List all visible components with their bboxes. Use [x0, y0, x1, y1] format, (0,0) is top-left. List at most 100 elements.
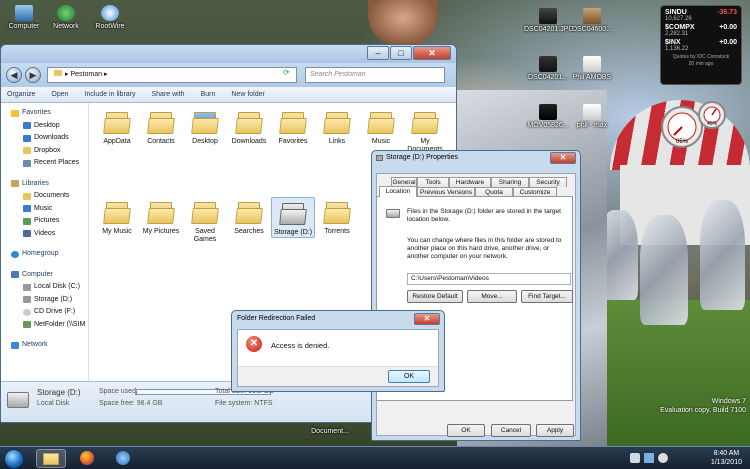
refresh-icon[interactable]: ⟳: [283, 68, 290, 77]
target-path-input[interactable]: C:\Users\Pestoman\Videos: [407, 273, 571, 285]
start-button[interactable]: [4, 449, 24, 469]
nav-item-documents[interactable]: Documents: [1, 190, 88, 203]
close-button[interactable]: ✕: [413, 46, 451, 60]
nav-computer[interactable]: Computer: [1, 269, 88, 282]
taskbar-explorer[interactable]: [36, 449, 66, 468]
folder-favorites[interactable]: Favorites: [271, 109, 315, 146]
folder-my-documents[interactable]: My Documents: [403, 109, 447, 154]
ram-percent: 45%: [707, 121, 718, 127]
back-button[interactable]: ◀: [6, 67, 22, 83]
foil-blanket-person: [640, 215, 688, 325]
folder-redirection-error-dialog[interactable]: Folder Redirection Failed ✕ ✕ Access is …: [231, 310, 445, 392]
desktop-icon-computer[interactable]: Computer: [0, 5, 48, 30]
maximize-button[interactable]: □: [390, 46, 412, 60]
find-target-button[interactable]: Find Target...: [521, 290, 573, 303]
nav-libraries[interactable]: Libraries: [1, 178, 88, 191]
folder-torrents[interactable]: Torrents: [315, 199, 359, 236]
clock[interactable]: 8:40 AM 1/13/2010: [711, 449, 742, 467]
desktop-icon-photo[interactable]: DSC04201...: [524, 56, 572, 81]
nav-favorites[interactable]: Favorites: [1, 107, 88, 120]
nav-network[interactable]: Network: [1, 339, 88, 352]
taskbar-firefox[interactable]: [72, 449, 102, 468]
nav-item-recent[interactable]: Recent Places: [1, 157, 88, 170]
folder-my-music[interactable]: My Music: [95, 199, 139, 236]
desktop-icon-photo[interactable]: DSC04600...: [568, 8, 616, 33]
cd-drive-icon: [23, 308, 31, 316]
desktop-icon-photo[interactable]: DSC04201.JPG: [524, 8, 574, 33]
desktop-icon-file[interactable]: Phil AMOBS: [568, 56, 616, 81]
image-file-icon: [539, 8, 557, 24]
nav-item-downloads[interactable]: Downloads: [1, 132, 88, 145]
search-input[interactable]: Search Pestoman: [305, 67, 445, 83]
move-button[interactable]: Move...: [467, 290, 517, 303]
drive-icon: [386, 209, 400, 218]
folder-contacts[interactable]: Contacts: [139, 109, 183, 146]
drive-icon: [23, 283, 31, 291]
open-button[interactable]: Open: [51, 91, 68, 98]
ok-button[interactable]: OK: [388, 370, 430, 383]
computer-icon: [11, 271, 19, 279]
include-in-library-menu[interactable]: Include in library: [85, 91, 136, 98]
folder-desktop[interactable]: Desktop: [183, 109, 227, 146]
forward-button[interactable]: ▶: [25, 67, 41, 83]
stocks-gadget[interactable]: SINDU 10,627.26 -36.73 $COMPX 2,282.31 +0.…: [660, 5, 742, 85]
tab-sharing[interactable]: Sharing: [491, 177, 529, 187]
details-name: Storage (D:): [37, 388, 81, 397]
folder-storage-d[interactable]: Storage (D:): [271, 197, 315, 238]
taskbar-app[interactable]: [108, 449, 138, 468]
nav-item-videos[interactable]: Videos: [1, 228, 88, 241]
nav-item-music[interactable]: Music: [1, 203, 88, 216]
desktop-icon: [23, 122, 31, 130]
desktop-icon-rootwire[interactable]: RootWire: [86, 5, 134, 30]
foil-blanket-person: [700, 200, 745, 310]
minimize-button[interactable]: –: [367, 46, 389, 60]
error-body: ✕ Access is denied. OK: [237, 329, 439, 387]
burn-button[interactable]: Burn: [201, 91, 216, 98]
nav-item-netfolder[interactable]: NetFolder (\\SIM: [1, 319, 88, 332]
desktop-icon-file[interactable]: phil - max: [568, 104, 616, 129]
nav-item-desktop[interactable]: Desktop: [1, 120, 88, 133]
folder-icon: [43, 453, 59, 465]
explorer-titlebar[interactable]: – □ ✕: [1, 45, 456, 63]
tab-security[interactable]: Security: [529, 177, 567, 187]
folder-searches[interactable]: Searches: [227, 199, 271, 236]
cpu-meter-gadget[interactable]: 05% 45%: [660, 95, 730, 153]
folder-downloads[interactable]: Downloads: [227, 109, 271, 146]
desktop-icon-network[interactable]: Network: [42, 5, 90, 30]
tab-hardware[interactable]: Hardware: [449, 177, 491, 187]
share-with-menu[interactable]: Share with: [152, 91, 185, 98]
folder-my-pictures[interactable]: My Pictures: [139, 199, 183, 236]
saved-games-folder-icon: [191, 199, 219, 225]
nav-item-cd-drive[interactable]: CD Drive (F:): [1, 306, 88, 319]
cancel-button[interactable]: Cancel: [491, 424, 531, 437]
folder-music[interactable]: Music: [359, 109, 403, 146]
file-system: File system: NTFS: [215, 400, 273, 407]
navigation-pane: Favorites Desktop Downloads Dropbox Rece…: [1, 103, 89, 381]
apply-button[interactable]: Apply: [536, 424, 574, 437]
drive-icon: [376, 155, 383, 161]
drive-icon: [23, 296, 31, 304]
tab-tools[interactable]: Tools: [417, 177, 449, 187]
new-folder-button[interactable]: New folder: [231, 91, 264, 98]
nav-homegroup[interactable]: Homegroup: [1, 248, 88, 261]
close-button[interactable]: ✕: [414, 313, 440, 325]
network-tray-icon[interactable]: [644, 453, 654, 463]
nav-item-local-disk[interactable]: Local Disk (C:): [1, 281, 88, 294]
properties-dialog[interactable]: Storage (D:) Properties ✕ General Tools …: [371, 150, 581, 441]
downloads-folder-icon: [235, 109, 263, 135]
folder-saved-games[interactable]: Saved Games: [183, 199, 227, 244]
show-hidden-icons-icon[interactable]: [630, 453, 640, 463]
nav-item-pictures[interactable]: Pictures: [1, 215, 88, 228]
folder-appdata[interactable]: AppData: [95, 109, 139, 146]
address-bar[interactable]: ▸ Pestoman ▸: [47, 67, 297, 83]
organize-menu[interactable]: Organize: [7, 91, 35, 98]
desktop-icon-video[interactable]: MOV05826...: [524, 104, 572, 129]
close-button[interactable]: ✕: [550, 152, 576, 164]
volume-tray-icon[interactable]: [658, 453, 668, 463]
ok-button[interactable]: OK: [447, 424, 485, 437]
tab-location[interactable]: Location: [379, 186, 417, 197]
nav-item-storage[interactable]: Storage (D:): [1, 294, 88, 307]
folder-links[interactable]: Links: [315, 109, 359, 146]
restore-default-button[interactable]: Restore Default: [407, 290, 463, 303]
nav-item-dropbox[interactable]: Dropbox: [1, 145, 88, 158]
